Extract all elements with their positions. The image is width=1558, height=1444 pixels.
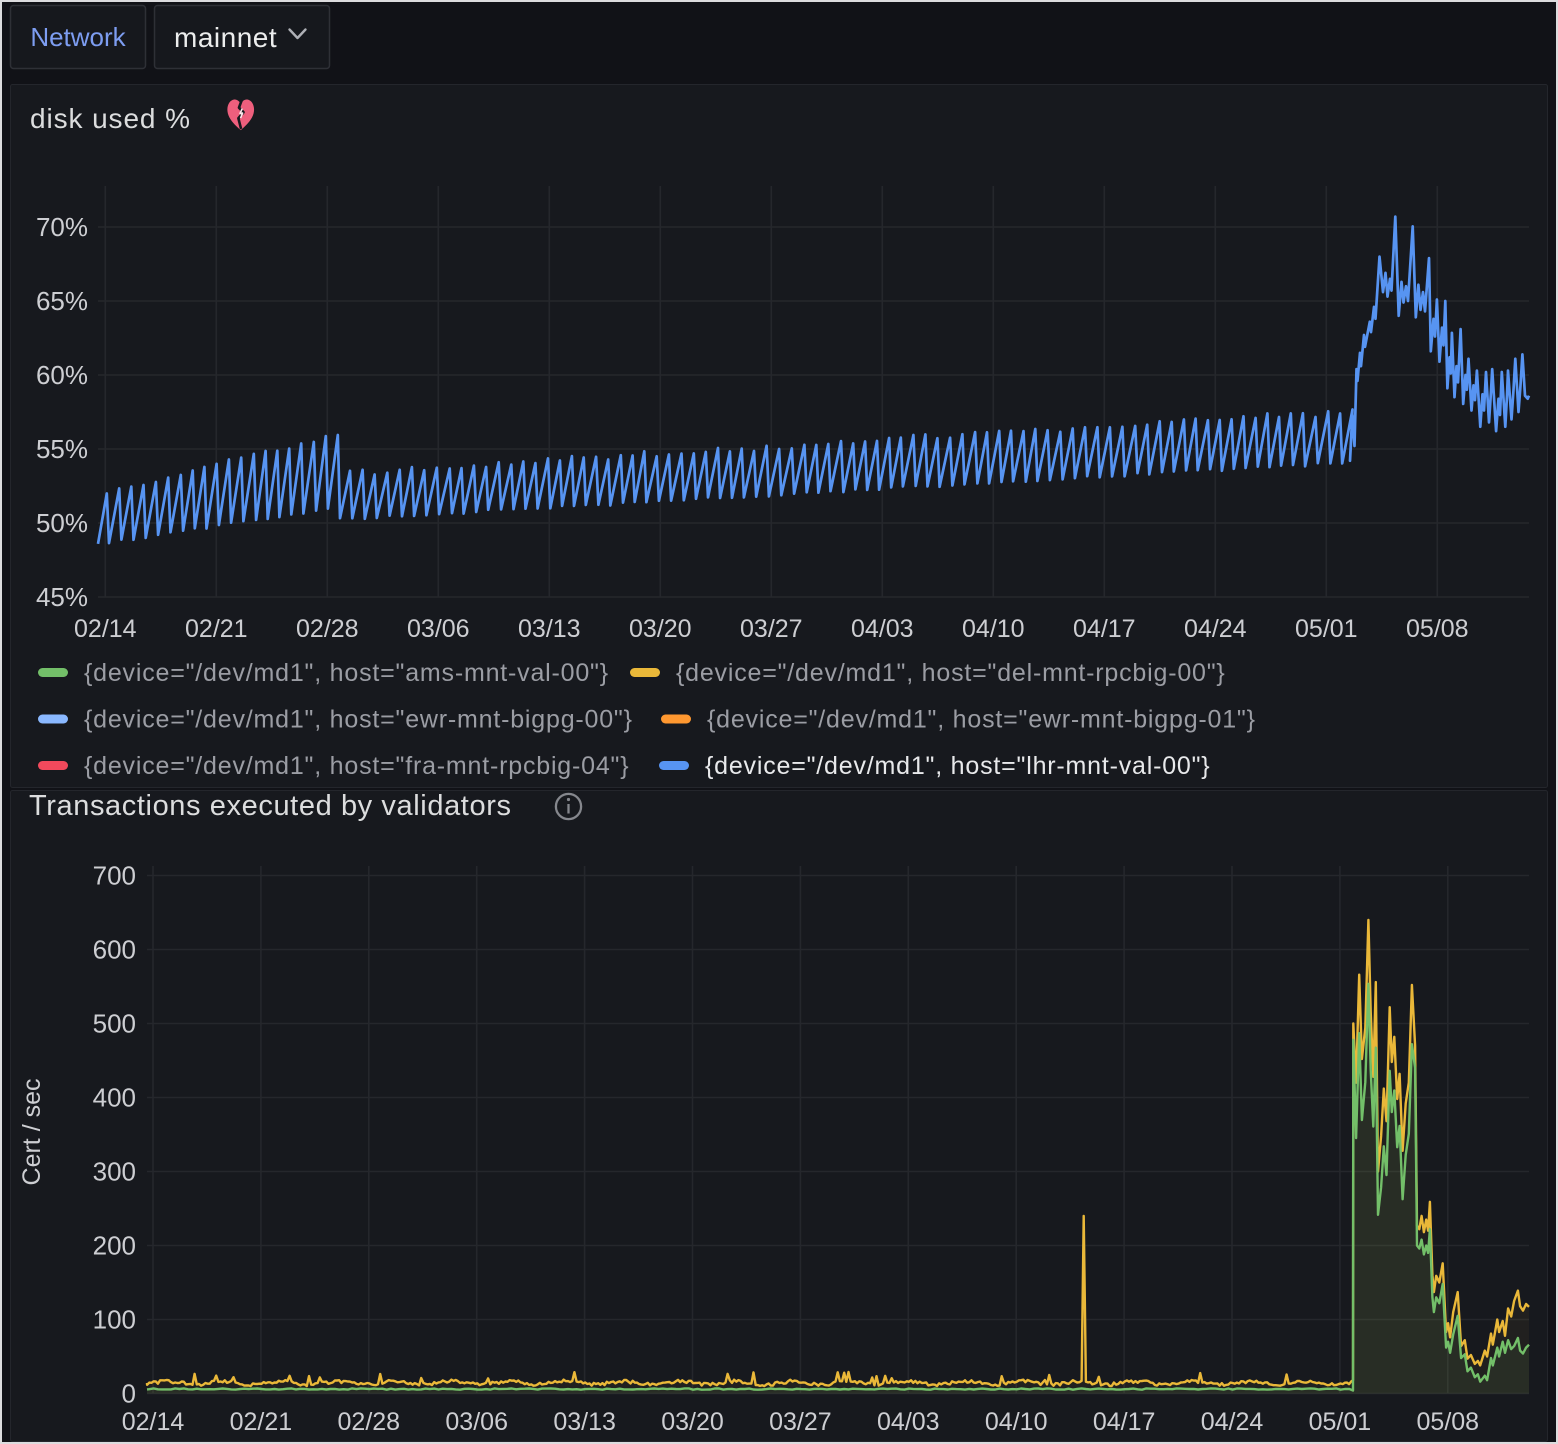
svg-text:03/20: 03/20 bbox=[661, 1408, 724, 1436]
svg-text:04/10: 04/10 bbox=[962, 615, 1025, 643]
svg-text:03/20: 03/20 bbox=[629, 615, 692, 643]
svg-text:400: 400 bbox=[93, 1083, 136, 1113]
svg-text:0: 0 bbox=[122, 1379, 136, 1409]
svg-text:02/28: 02/28 bbox=[296, 615, 359, 643]
svg-text:{device="/dev/md1", host="fra-: {device="/dev/md1", host="fra-mnt-rpcbig… bbox=[84, 752, 629, 780]
svg-text:02/21: 02/21 bbox=[185, 615, 248, 643]
svg-text:04/10: 04/10 bbox=[985, 1408, 1048, 1436]
svg-text:70%: 70% bbox=[36, 212, 88, 242]
svg-text:600: 600 bbox=[93, 935, 136, 965]
svg-text:55%: 55% bbox=[36, 434, 88, 464]
svg-text:05/01: 05/01 bbox=[1309, 1408, 1372, 1436]
svg-text:05/08: 05/08 bbox=[1406, 615, 1469, 643]
svg-text:65%: 65% bbox=[36, 286, 88, 316]
svg-text:50%: 50% bbox=[36, 508, 88, 538]
svg-text:mainnet: mainnet bbox=[174, 22, 277, 53]
svg-text:45%: 45% bbox=[36, 582, 88, 612]
svg-text:04/03: 04/03 bbox=[877, 1408, 940, 1436]
svg-text:03/13: 03/13 bbox=[553, 1408, 616, 1436]
svg-text:03/06: 03/06 bbox=[407, 615, 470, 643]
svg-text:02/28: 02/28 bbox=[338, 1408, 401, 1436]
svg-text:200: 200 bbox=[93, 1231, 136, 1261]
svg-text:{device="/dev/md1", host="ewr-: {device="/dev/md1", host="ewr-mnt-bigpg-… bbox=[707, 706, 1256, 734]
svg-text:{device="/dev/md1", host="ams-: {device="/dev/md1", host="ams-mnt-val-00… bbox=[84, 659, 609, 687]
svg-text:03/27: 03/27 bbox=[740, 615, 803, 643]
svg-text:500: 500 bbox=[93, 1009, 136, 1039]
svg-text:Transactions executed by valid: Transactions executed by validators bbox=[29, 790, 512, 822]
svg-text:700: 700 bbox=[93, 861, 136, 891]
svg-text:100: 100 bbox=[93, 1305, 136, 1335]
svg-text:60%: 60% bbox=[36, 360, 88, 390]
svg-text:03/27: 03/27 bbox=[769, 1408, 832, 1436]
svg-text:{device="/dev/md1", host="lhr-: {device="/dev/md1", host="lhr-mnt-val-00… bbox=[705, 752, 1210, 780]
svg-text:03/06: 03/06 bbox=[445, 1408, 508, 1436]
svg-text:05/01: 05/01 bbox=[1295, 615, 1358, 643]
svg-text:02/21: 02/21 bbox=[230, 1408, 293, 1436]
svg-text:02/14: 02/14 bbox=[122, 1408, 185, 1436]
svg-text:04/17: 04/17 bbox=[1093, 1408, 1156, 1436]
svg-text:{device="/dev/md1", host="del-: {device="/dev/md1", host="del-mnt-rpcbig… bbox=[676, 659, 1226, 687]
svg-text:Network: Network bbox=[30, 22, 126, 52]
svg-text:04/03: 04/03 bbox=[851, 615, 914, 643]
svg-text:04/24: 04/24 bbox=[1201, 1408, 1264, 1436]
svg-text:Cert / sec: Cert / sec bbox=[18, 1079, 46, 1186]
svg-text:05/08: 05/08 bbox=[1417, 1408, 1480, 1436]
svg-text:{device="/dev/md1", host="ewr-: {device="/dev/md1", host="ewr-mnt-bigpg-… bbox=[84, 706, 633, 734]
svg-text:03/13: 03/13 bbox=[518, 615, 581, 643]
svg-text:04/24: 04/24 bbox=[1184, 615, 1247, 643]
svg-text:02/14: 02/14 bbox=[74, 615, 137, 643]
svg-text:300: 300 bbox=[93, 1157, 136, 1187]
svg-text:disk used %: disk used % bbox=[30, 103, 191, 134]
svg-text:04/17: 04/17 bbox=[1073, 615, 1136, 643]
